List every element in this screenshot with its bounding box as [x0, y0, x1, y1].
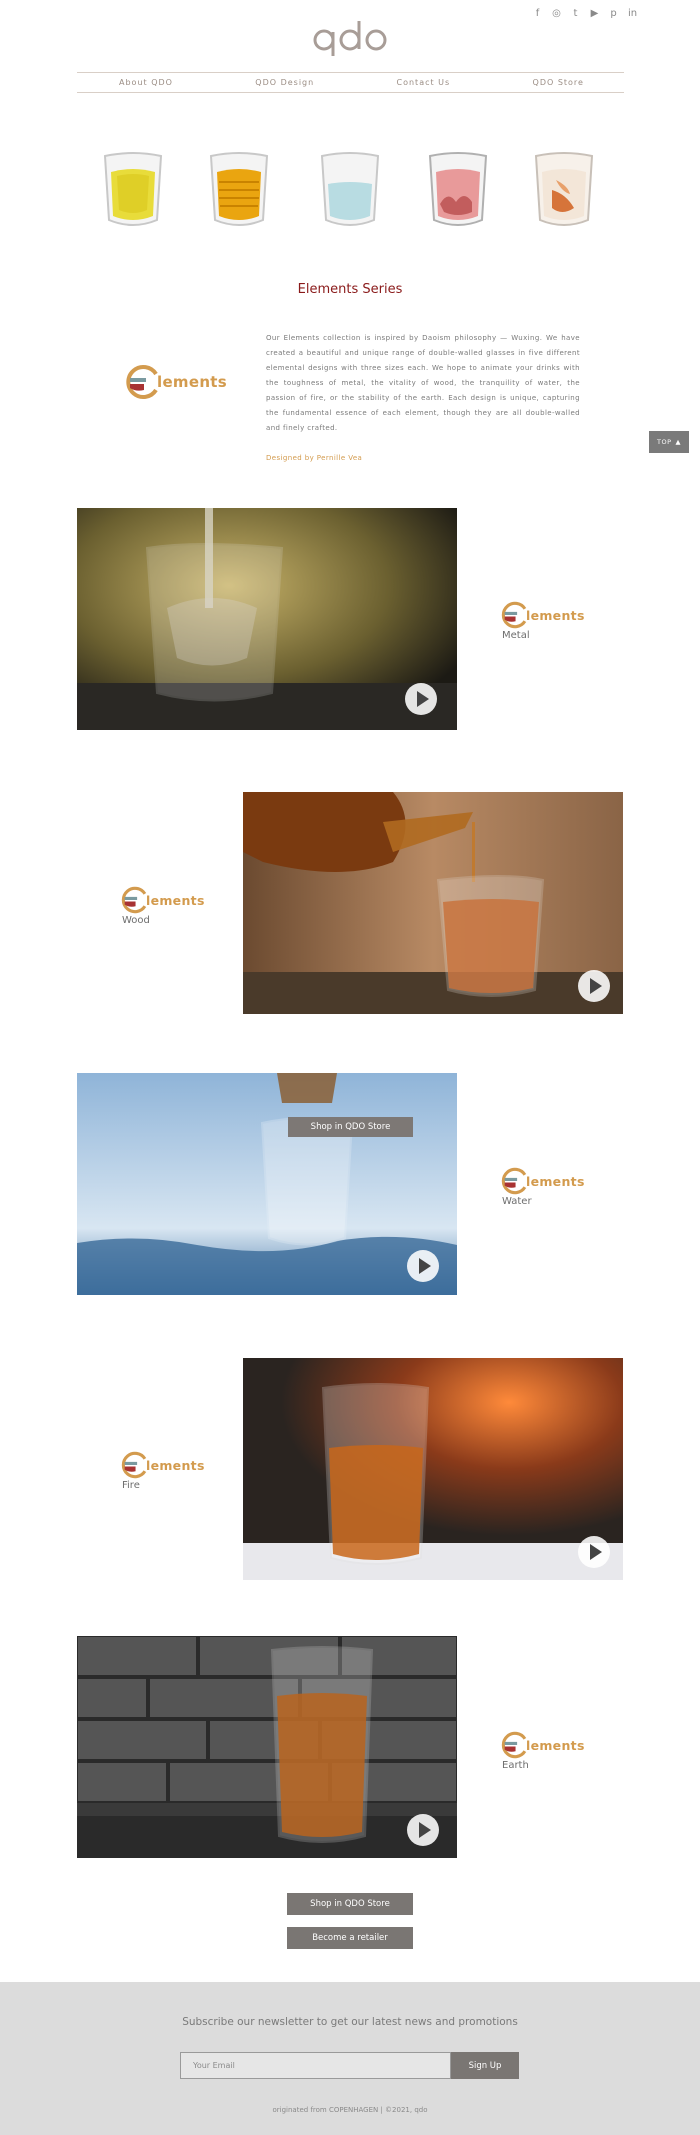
linkedin-icon[interactable]: in — [627, 8, 638, 19]
elements-logo: lements — [500, 1731, 585, 1759]
play-icon[interactable] — [407, 1250, 439, 1282]
pinterest-icon[interactable]: p — [608, 8, 619, 19]
fire-video-frame — [243, 1358, 623, 1580]
become-retailer-button[interactable]: Become a retailer — [287, 1927, 413, 1949]
metal-glass[interactable] — [101, 150, 165, 230]
nav-about[interactable]: About QDO — [119, 78, 173, 87]
video-wood[interactable] — [243, 792, 623, 1014]
elements-wordmark: lements — [146, 892, 205, 908]
main-nav: About QDO QDO Design Contact Us QDO Stor… — [77, 72, 624, 93]
elements-e-icon — [121, 1451, 147, 1479]
elements-wordmark: lements — [526, 607, 585, 623]
instagram-icon[interactable]: ◎ — [551, 8, 562, 19]
elements-e-icon — [501, 601, 527, 629]
intro-text: Our Elements collection is inspired by D… — [266, 334, 580, 432]
elements-logo: lements — [120, 886, 205, 914]
elements-e-icon — [501, 1731, 527, 1759]
elements-logo: lements — [124, 364, 227, 400]
designer-credit[interactable]: Designed by Pernille Vea — [266, 454, 362, 462]
play-icon[interactable] — [407, 1814, 439, 1846]
elements-logo: lements — [500, 1167, 585, 1195]
element-name: Metal — [502, 630, 530, 641]
wood-video-frame — [243, 792, 623, 1014]
nav-design[interactable]: QDO Design — [255, 78, 314, 87]
row-label-water: lements Water — [500, 1167, 585, 1207]
video-earth[interactable] — [77, 1636, 457, 1858]
email-field[interactable]: Your Email — [180, 2052, 451, 2079]
play-icon[interactable] — [578, 970, 610, 1002]
video-water[interactable] — [77, 1073, 457, 1295]
signup-button[interactable]: Sign Up — [451, 2052, 519, 2079]
elements-e-icon — [126, 365, 158, 399]
element-name: Wood — [122, 915, 150, 926]
row-label-fire: lements Fire — [120, 1451, 205, 1491]
wood-glass[interactable] — [207, 150, 271, 230]
shop-overlay-button[interactable]: Shop in QDO Store — [288, 1117, 413, 1137]
elements-wordmark: lements — [526, 1173, 585, 1189]
nav-store[interactable]: QDO Store — [533, 78, 584, 87]
elements-wordmark: lements — [526, 1737, 585, 1753]
element-name: Water — [502, 1196, 532, 1207]
play-icon[interactable] — [578, 1536, 610, 1568]
elements-e-icon — [501, 1167, 527, 1195]
row-label-metal: lements Metal — [500, 601, 585, 641]
water-video-frame — [77, 1073, 457, 1295]
chevron-up-icon: ▲ — [675, 438, 681, 446]
copyright: originated from COPENHAGEN | ©2021, qdo — [272, 2106, 428, 2114]
elements-logo: lements — [120, 1451, 205, 1479]
video-fire[interactable] — [243, 1358, 623, 1580]
earth-glass[interactable] — [532, 150, 596, 230]
social-links: f ◎ t ▶ p in — [532, 8, 638, 19]
nav-contact[interactable]: Contact Us — [397, 78, 451, 87]
qdo-logo[interactable] — [312, 18, 388, 56]
element-name: Earth — [502, 1760, 529, 1771]
newsletter-heading: Subscribe our newsletter to get our late… — [182, 2016, 518, 2028]
top-label: TOP — [656, 438, 672, 446]
twitter-icon[interactable]: t — [570, 8, 581, 19]
play-icon[interactable] — [405, 683, 437, 715]
elements-wordmark: lements — [157, 373, 227, 391]
row-label-wood: lements Wood — [120, 886, 205, 926]
facebook-icon[interactable]: f — [532, 8, 543, 19]
metal-video-frame — [77, 508, 457, 730]
elements-logo: lements — [500, 601, 585, 629]
video-metal[interactable] — [77, 508, 457, 730]
row-label-earth: lements Earth — [500, 1731, 585, 1771]
element-name: Fire — [122, 1480, 140, 1491]
elements-e-icon — [121, 886, 147, 914]
earth-video-frame — [77, 1636, 457, 1858]
elements-wordmark: lements — [146, 1457, 205, 1473]
shop-store-button[interactable]: Shop in QDO Store — [287, 1893, 413, 1915]
series-title: Elements Series — [297, 282, 403, 297]
water-glass[interactable] — [318, 150, 382, 230]
youtube-icon[interactable]: ▶ — [589, 8, 600, 19]
back-to-top-button[interactable]: TOP ▲ — [649, 431, 689, 453]
fire-glass[interactable] — [426, 150, 490, 230]
